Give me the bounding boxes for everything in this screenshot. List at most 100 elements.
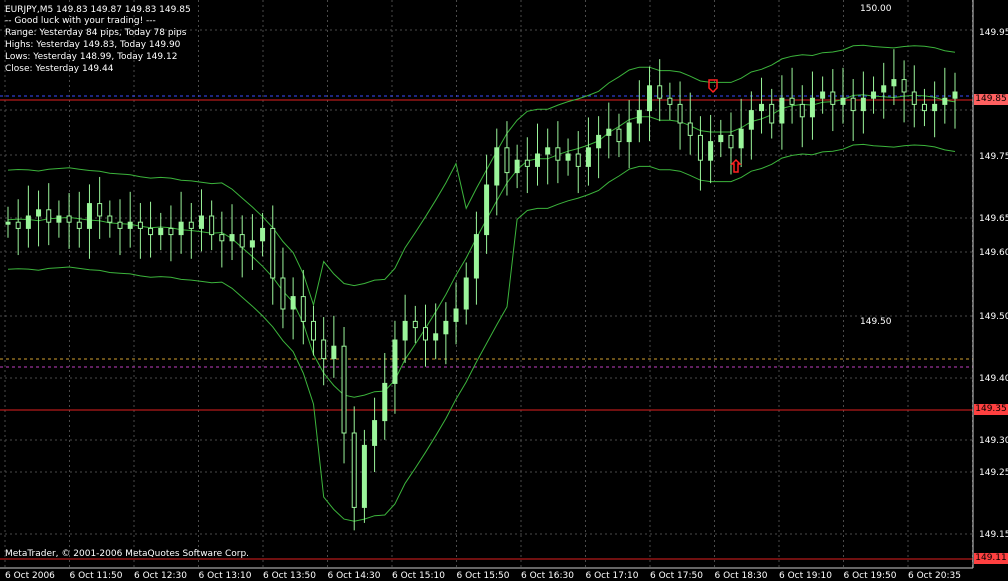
info-line-lows: Lows: Yesterday 148.99, Today 149.12 <box>5 52 178 62</box>
candle-body <box>280 277 286 310</box>
candle-body <box>901 79 907 93</box>
candle-body <box>198 215 204 229</box>
candle-body <box>178 221 184 236</box>
candle-body <box>494 147 500 186</box>
candle-body <box>97 203 103 217</box>
candle-body <box>606 128 612 136</box>
signal-arrows <box>708 79 742 173</box>
candle-body <box>168 227 174 236</box>
candle-body <box>148 227 154 236</box>
candle-body <box>117 221 123 229</box>
candle-body <box>484 184 490 236</box>
candle-body <box>219 234 225 242</box>
candle-body <box>249 240 255 248</box>
level-label-top: 150.00 <box>860 4 892 14</box>
candle-body <box>952 91 958 99</box>
price-label: 149.40 <box>979 374 1008 384</box>
candle-body <box>575 153 581 167</box>
candle-body <box>891 79 897 87</box>
price-label: 149.25 <box>979 468 1008 478</box>
candle-body <box>921 103 927 112</box>
candle-body <box>667 97 673 105</box>
candle-body <box>260 227 266 242</box>
candle-body <box>382 382 388 422</box>
current-price-tag: 149.85 <box>974 94 1008 105</box>
info-line-close: Close: Yesterday 149.44 <box>5 64 114 74</box>
candle-body <box>46 209 52 223</box>
candle-body <box>626 122 632 143</box>
candle-body <box>820 91 826 99</box>
candle-body <box>209 215 215 236</box>
candle-body <box>830 91 836 105</box>
info-line-greeting: -- Good luck with your trading! --- <box>5 16 156 26</box>
candle-body <box>321 339 327 360</box>
upper-band <box>7 44 956 307</box>
price-label: 149.60 <box>979 248 1008 258</box>
candle-body <box>270 227 276 279</box>
candle-body <box>402 320 408 341</box>
candle-body <box>331 345 337 360</box>
chart-grid <box>0 0 973 568</box>
info-line-highs: Highs: Yesterday 149.83, Today 149.90 <box>5 40 181 50</box>
candle-body <box>840 97 846 105</box>
candle-body <box>728 134 734 149</box>
candle-body <box>932 103 938 112</box>
candle-body <box>871 91 877 99</box>
price-chart[interactable] <box>0 0 1008 580</box>
candle-body <box>229 234 235 242</box>
candle-body <box>759 103 765 112</box>
candle-body <box>657 85 663 99</box>
candle-body <box>881 85 887 93</box>
candle-body <box>769 103 775 124</box>
candle-body <box>15 221 21 229</box>
candle-body <box>310 320 316 341</box>
up-arrow-icon <box>730 158 742 173</box>
candle-body <box>76 221 82 229</box>
level-tag-149-11: 149.11 <box>974 553 1008 564</box>
symbol-quote: EURJPY,M5 149.83 149.87 149.83 149.85 <box>5 5 191 15</box>
candle-body <box>789 97 795 105</box>
candle-body <box>738 128 744 149</box>
candle-body <box>748 110 754 130</box>
candle-body <box>514 159 520 174</box>
candle-body <box>300 296 306 322</box>
level-label-mid: 149.50 <box>860 317 892 327</box>
candle-body <box>911 91 917 105</box>
candle-body <box>453 308 459 322</box>
price-label: 149.95 <box>979 28 1008 38</box>
level-tag-149-35: 149.35 <box>974 404 1008 415</box>
candle-body <box>86 203 92 229</box>
candle-body <box>351 432 357 508</box>
candle-body <box>188 221 194 229</box>
candle-body <box>718 134 724 143</box>
candle-body <box>616 128 622 143</box>
candle-body <box>799 103 805 118</box>
price-label: 149.50 <box>979 312 1008 322</box>
candle-body <box>443 320 449 335</box>
candle-body <box>850 97 856 112</box>
candle-body <box>585 147 591 167</box>
candle-body <box>5 221 11 225</box>
candle-body <box>860 97 866 112</box>
candle-body <box>107 215 113 223</box>
price-label: 149.15 <box>979 530 1008 540</box>
candle-body <box>127 221 133 229</box>
candle-body <box>433 333 439 341</box>
price-label: 149.75 <box>979 152 1008 162</box>
candle-body <box>392 339 398 384</box>
candle-body <box>555 147 561 161</box>
candle-body <box>422 327 428 341</box>
candle-body <box>545 147 551 155</box>
candle-body <box>25 215 31 229</box>
candle-body <box>504 147 510 174</box>
candle-body <box>158 227 164 236</box>
candle-body <box>535 153 541 167</box>
candle-body <box>809 97 815 118</box>
candle-body <box>942 97 948 105</box>
info-line-range: Range: Yesterday 84 pips, Today 78 pips <box>5 28 187 38</box>
candle-body <box>36 209 42 217</box>
candle-body <box>524 159 530 167</box>
candle-body <box>677 103 683 124</box>
candle-body <box>239 234 245 248</box>
candle-body <box>636 110 642 124</box>
